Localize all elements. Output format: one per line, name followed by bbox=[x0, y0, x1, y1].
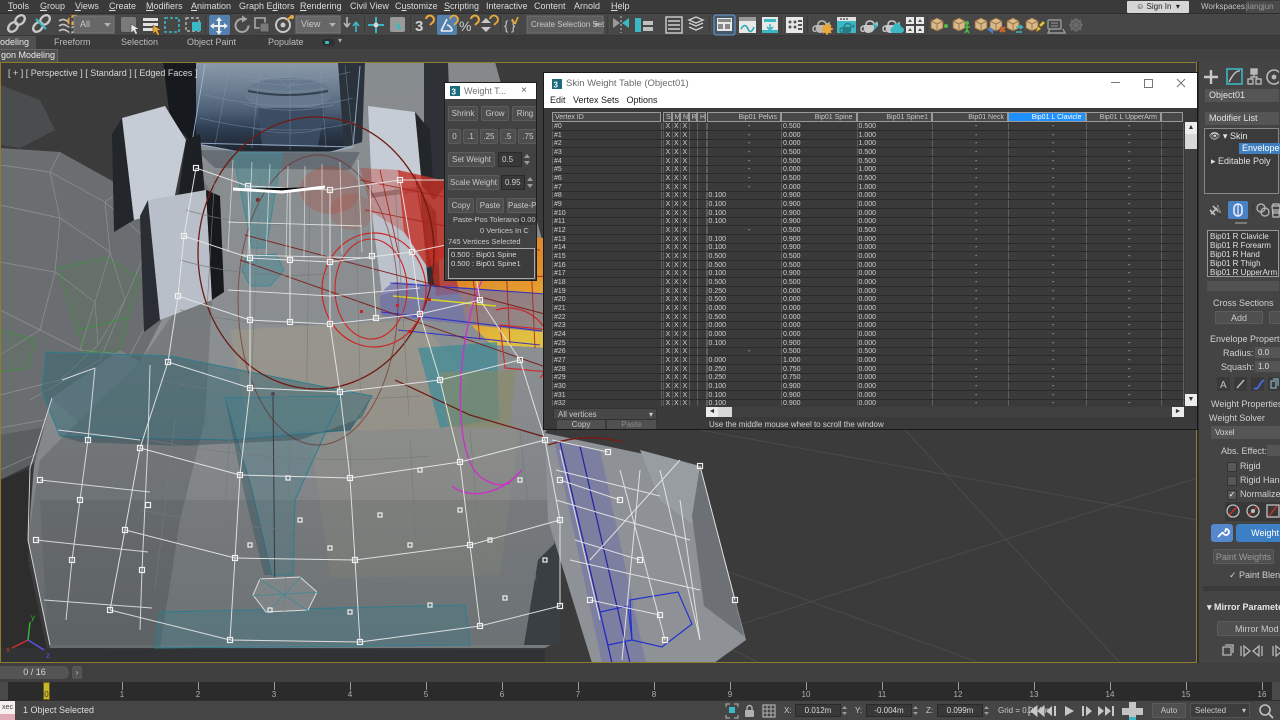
svg-text:3: 3 bbox=[452, 88, 457, 97]
svg-text:Create Selection Set: Create Selection Set bbox=[531, 20, 605, 29]
svg-text:y: y bbox=[31, 613, 35, 622]
svg-text:%: % bbox=[459, 18, 471, 34]
svg-text:A: A bbox=[1220, 380, 1227, 391]
svg-text:z: z bbox=[46, 651, 50, 660]
svg-text:x: x bbox=[6, 645, 10, 654]
svg-text:3: 3 bbox=[415, 18, 423, 35]
svg-text:All: All bbox=[80, 19, 90, 29]
svg-text:View: View bbox=[301, 19, 321, 29]
svg-text:[ + ] [ Perspective ] [ Standa: [ + ] [ Perspective ] [ Standard ] [ Edg… bbox=[8, 68, 197, 78]
svg-text:3: 3 bbox=[554, 81, 559, 90]
svg-text:{ }: { } bbox=[504, 18, 516, 33]
